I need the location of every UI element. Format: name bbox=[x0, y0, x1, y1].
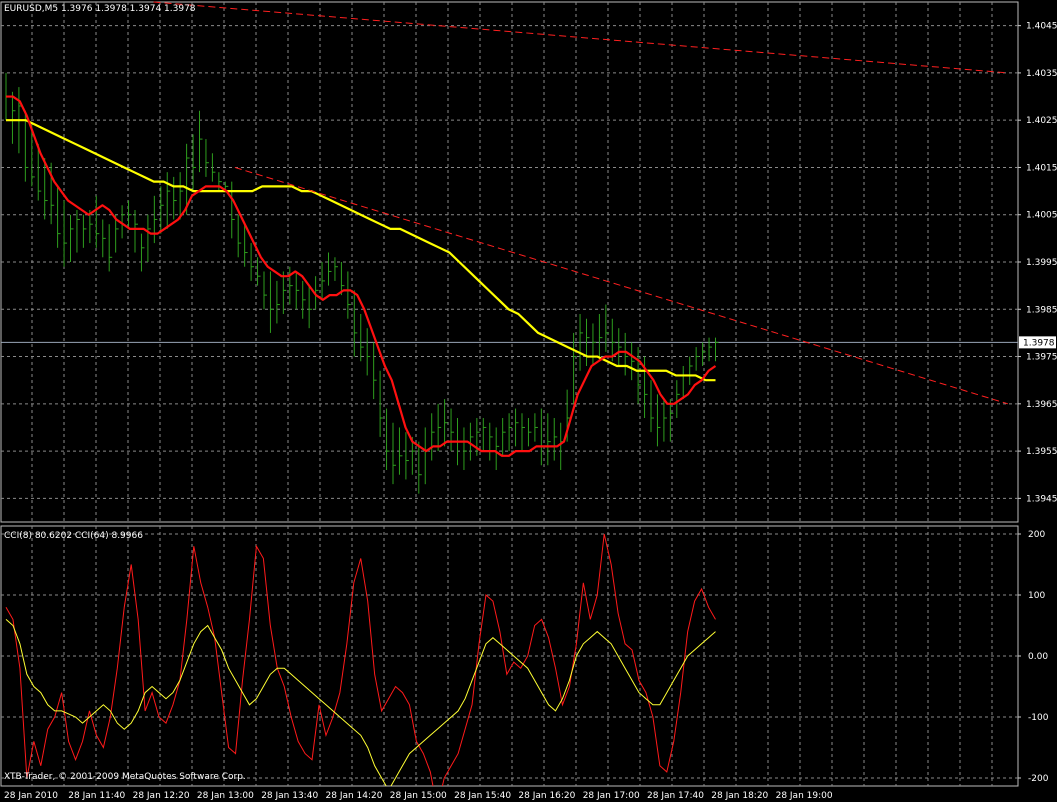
y-tick-label: -100 bbox=[1028, 713, 1049, 723]
y-tick-label: 1.4015 bbox=[1026, 163, 1057, 173]
x-tick-label: 28 Jan 11:40 bbox=[68, 791, 125, 801]
copyright-text: XTB-Trader, © 2001-2009 MetaQuotes Softw… bbox=[4, 772, 246, 782]
y-tick-label: 1.3955 bbox=[1026, 447, 1057, 457]
y-tick-label: 1.4005 bbox=[1026, 211, 1057, 221]
trading-chart[interactable]: 1.4045 1.4035 1.4025 1.4015 1.4005 1.3995 1.39… bbox=[0, 0, 1057, 802]
x-tick-label: 28 Jan 14:20 bbox=[326, 791, 383, 801]
x-tick-label: 28 Jan 17:00 bbox=[583, 791, 640, 801]
y-tick-label: 1.3995 bbox=[1026, 258, 1057, 268]
y-tick-label: 1.3985 bbox=[1026, 305, 1057, 315]
y-tick-label: 1.3975 bbox=[1026, 353, 1057, 363]
y-tick-label: 1.4035 bbox=[1026, 69, 1057, 79]
x-tick-label: 28 Jan 18:20 bbox=[711, 791, 768, 801]
y-tick-label: 200 bbox=[1028, 530, 1045, 540]
y-tick-label: 1.4045 bbox=[1026, 22, 1057, 32]
x-tick-label: 28 Jan 12:20 bbox=[133, 791, 190, 801]
y-tick-label: 1.3945 bbox=[1026, 494, 1057, 504]
y-tick-label: 100 bbox=[1028, 591, 1045, 601]
y-tick-label: 1.4025 bbox=[1026, 116, 1057, 126]
y-tick-label: 1.3965 bbox=[1026, 400, 1057, 410]
x-tick-label: 28 Jan 15:00 bbox=[390, 791, 447, 801]
chart-header: EURUSD,M5 1.3976 1.3978 1.3974 1.3978 bbox=[4, 4, 196, 14]
x-tick-label: 28 Jan 13:40 bbox=[261, 791, 318, 801]
x-tick-label: 28 Jan 2010 bbox=[4, 791, 58, 801]
x-tick-label: 28 Jan 16:20 bbox=[518, 791, 575, 801]
x-tick-label: 28 Jan 17:40 bbox=[647, 791, 704, 801]
indicator-header: CCI(8) 80.6202 CCI(64) 8.9966 bbox=[4, 531, 143, 541]
current-price-label: 1.3978 bbox=[1023, 338, 1055, 348]
x-tick-label: 28 Jan 15:40 bbox=[454, 791, 511, 801]
x-tick-label: 28 Jan 19:00 bbox=[776, 791, 833, 801]
y-tick-label: 0.00 bbox=[1028, 652, 1048, 662]
x-tick-label: 28 Jan 13:00 bbox=[197, 791, 254, 801]
y-tick-label: -200 bbox=[1028, 774, 1049, 784]
